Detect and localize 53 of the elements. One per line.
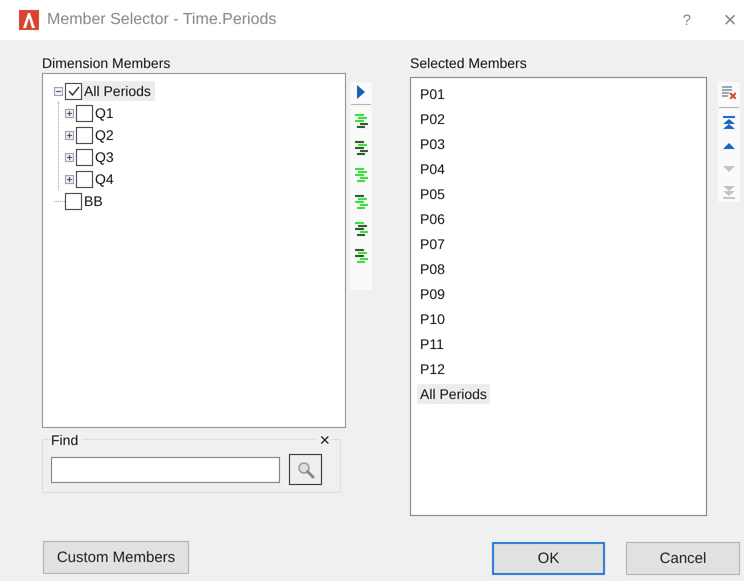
- list-item[interactable]: All Periods: [417, 384, 490, 404]
- list-lines-icon: [354, 168, 368, 182]
- list-lines-icon: [354, 141, 368, 155]
- list-item[interactable]: P04: [417, 159, 448, 184]
- list-lines-icon: [354, 195, 368, 209]
- expand-icon[interactable]: [65, 108, 74, 118]
- search-button[interactable]: [289, 454, 322, 485]
- checkbox[interactable]: [76, 170, 93, 188]
- tree-item[interactable]: Q2: [93, 125, 118, 145]
- search-icon: [296, 460, 314, 478]
- close-button[interactable]: ×: [716, 7, 744, 33]
- expand-icon[interactable]: [65, 152, 74, 162]
- list-item[interactable]: P12: [417, 359, 448, 384]
- tree-item[interactable]: Q1: [93, 103, 118, 123]
- list-item[interactable]: P03: [417, 134, 448, 159]
- custom-members-button[interactable]: Custom Members: [43, 541, 189, 574]
- cancel-button[interactable]: Cancel: [626, 542, 740, 575]
- list-item[interactable]: P07: [417, 234, 448, 259]
- ok-button[interactable]: OK: [492, 542, 605, 575]
- section-label: Selected Members: [410, 54, 528, 72]
- list-item[interactable]: P06: [417, 209, 448, 234]
- checkbox[interactable]: [76, 148, 93, 166]
- tree-item[interactable]: Q4: [93, 169, 118, 189]
- play-icon: [357, 85, 365, 99]
- checkbox[interactable]: [76, 126, 93, 144]
- tree-item[interactable]: Q3: [93, 147, 118, 167]
- find-field[interactable]: [51, 456, 280, 482]
- list-item[interactable]: P05: [417, 184, 448, 209]
- list-lines-icon: [354, 249, 368, 263]
- list-lines-icon: [354, 222, 368, 236]
- find-label: Find: [51, 432, 82, 448]
- clear-list-icon: [722, 85, 736, 99]
- list-lines-icon: [354, 114, 368, 128]
- list-item[interactable]: P10: [417, 309, 448, 334]
- expand-icon[interactable]: [65, 174, 74, 184]
- expand-icon[interactable]: [65, 130, 74, 140]
- checkbox[interactable]: [76, 104, 93, 122]
- tree-item[interactable]: BB: [82, 191, 107, 211]
- list-item[interactable]: P02: [417, 109, 448, 134]
- list-item[interactable]: P01: [417, 84, 448, 109]
- window-title: Member Selector - Time.Periods: [47, 11, 276, 29]
- list-item[interactable]: P11: [417, 334, 447, 359]
- help-button[interactable]: ?: [682, 12, 691, 28]
- double-up-arrow-icon: [722, 116, 736, 130]
- tree-item[interactable]: All Periods: [82, 81, 155, 101]
- section-label: Dimension Members: [42, 54, 172, 72]
- list-item[interactable]: P08: [417, 259, 448, 284]
- app-logo-icon: [19, 10, 39, 30]
- collapse-icon[interactable]: [54, 86, 63, 96]
- double-down-arrow-icon: [722, 185, 736, 199]
- list-item[interactable]: P09: [417, 284, 448, 309]
- checkbox[interactable]: [65, 82, 82, 100]
- checkbox[interactable]: [65, 192, 82, 210]
